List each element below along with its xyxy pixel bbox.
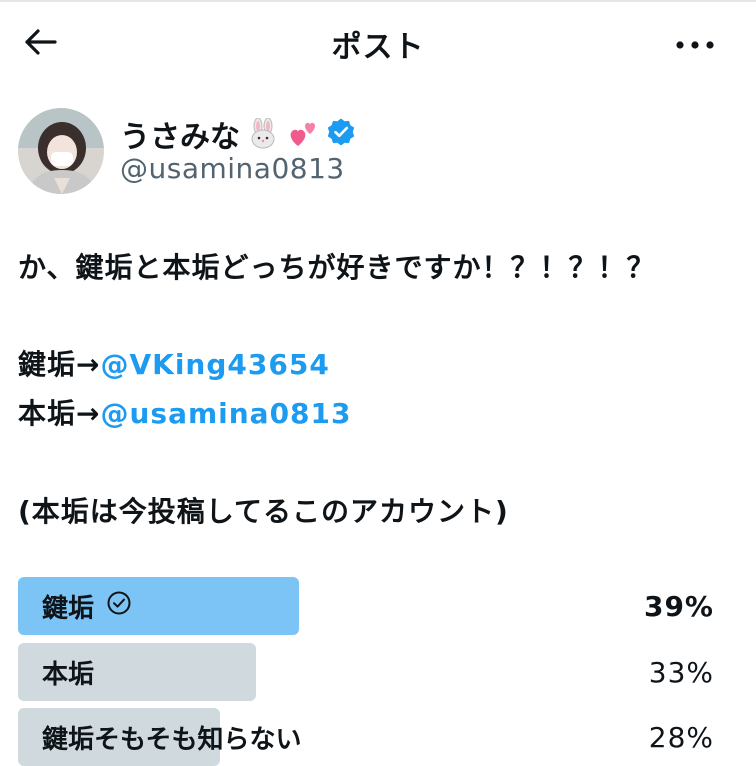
- poll-option-2[interactable]: 本垢 33%: [18, 643, 738, 701]
- author-name[interactable]: うさみな: [120, 112, 240, 156]
- post-text-line-3: 本垢→@usamina0813: [18, 392, 352, 432]
- poll-option-1-label-group: 鍵垢: [42, 577, 132, 635]
- poll-option-2-label-group: 本垢: [42, 643, 94, 701]
- more-horizontal-icon: [675, 35, 715, 54]
- avatar[interactable]: [18, 108, 104, 194]
- poll-option-2-label: 本垢: [42, 659, 95, 690]
- post-text-line-3-prefix: 本垢→: [18, 397, 101, 430]
- post-header: ポスト: [0, 0, 756, 88]
- poll-option-3[interactable]: 鍵垢そもそも知らない 28%: [18, 708, 738, 766]
- rabbit-face-emoji: [246, 117, 280, 151]
- page-title: ポスト: [331, 30, 425, 65]
- poll-option-3-percent: 28%: [648, 720, 714, 754]
- verified-badge-icon: [326, 117, 356, 151]
- post-text-line-2-prefix: 鍵垢→: [18, 348, 101, 381]
- post-text-line-1: か、鍵垢と本垢どっちが好きですか！？！？！？: [18, 251, 656, 284]
- poll-option-1-percent: 39%: [643, 589, 714, 623]
- post-text-line-4: (本垢は今投稿してるこのアカウント): [18, 495, 509, 528]
- mention-link-vking[interactable]: @VKing43654: [100, 348, 329, 381]
- poll-option-2-percent: 33%: [648, 655, 714, 689]
- check-circle-icon: [106, 590, 132, 623]
- author-handle[interactable]: @usamina0813: [120, 152, 345, 185]
- two-hearts-emoji: [286, 117, 320, 151]
- poll-option-1-label: 鍵垢: [42, 593, 95, 624]
- poll-option-1[interactable]: 鍵垢 39%: [18, 577, 738, 635]
- mention-link-usamina[interactable]: @usamina0813: [100, 397, 351, 430]
- more-button[interactable]: [670, 24, 720, 64]
- poll-option-3-label: 鍵垢そもそも知らない: [42, 724, 302, 755]
- author-name-row: うさみな: [120, 112, 356, 156]
- post-text-line-2: 鍵垢→@VKing43654: [18, 343, 330, 383]
- poll-option-3-label-group: 鍵垢そもそも知らない: [42, 708, 301, 766]
